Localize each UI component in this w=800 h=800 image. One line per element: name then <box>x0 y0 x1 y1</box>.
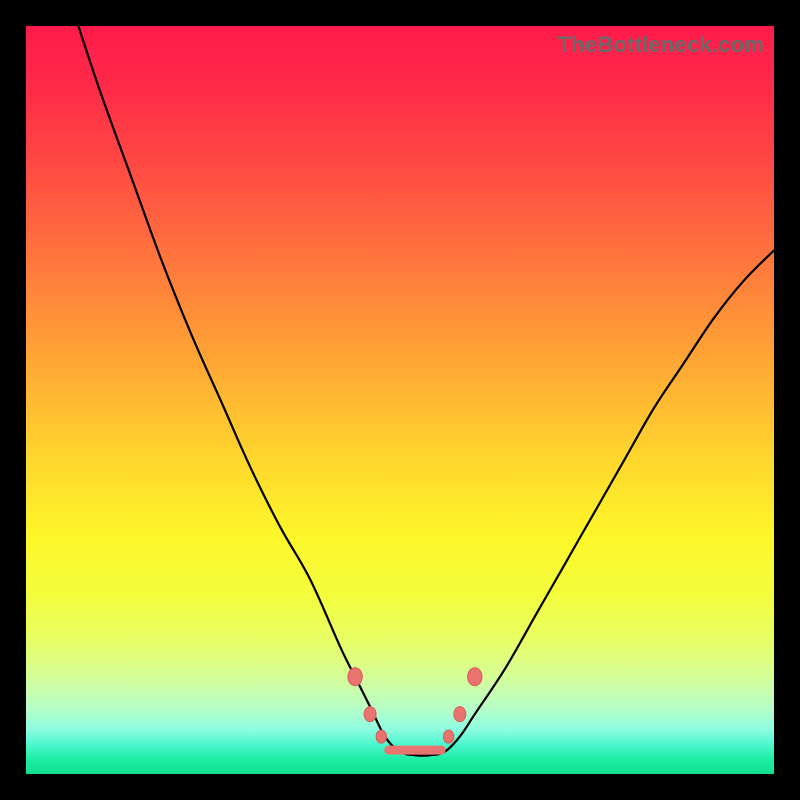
marker-left_outer <box>348 668 362 686</box>
marker-left_inner <box>376 730 386 743</box>
chart-frame: TheBottleneck.com <box>0 0 800 800</box>
marker-right_mid <box>454 707 466 722</box>
chart-svg <box>26 26 774 774</box>
bottleneck-curve <box>78 26 774 756</box>
marker-left_mid <box>364 707 376 722</box>
marker-right_inner <box>443 730 453 743</box>
plot-area: TheBottleneck.com <box>26 26 774 774</box>
valley-markers <box>348 668 482 743</box>
marker-right_outer <box>468 668 482 686</box>
